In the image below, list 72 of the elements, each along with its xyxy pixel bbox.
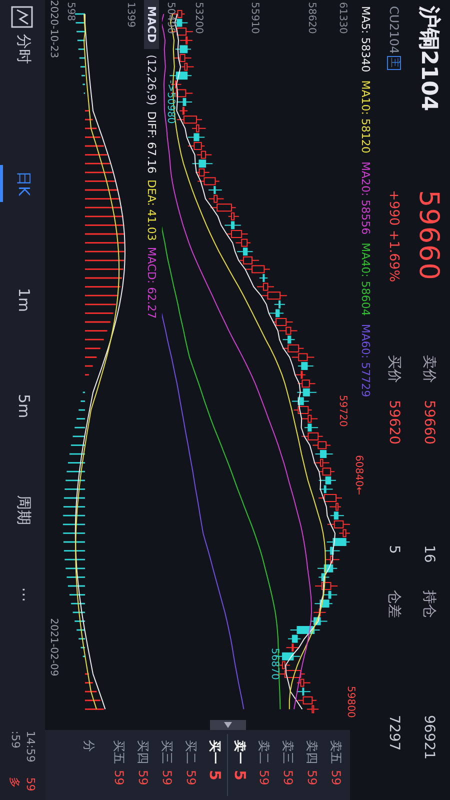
order-level-label: 买三 — [160, 740, 176, 764]
stat-value: 7297 — [386, 715, 402, 753]
period-tab[interactable]: 周期 — [0, 489, 45, 532]
indicator-value: DEA: 41.03 — [146, 179, 158, 241]
order-level-label: 卖五 — [328, 740, 344, 764]
last-price: 59660 — [414, 190, 444, 283]
quote-volume: 5 — [386, 545, 402, 556]
order-level-price: 5 — [206, 770, 224, 780]
price-change: +990 +1.69% — [386, 190, 402, 284]
stat-label: 仓差 — [385, 590, 403, 620]
trade-time: 14:59 — [24, 730, 38, 764]
price-axis-label: 55910 — [249, 2, 260, 34]
indicator-axis-label: 1399 — [125, 2, 136, 28]
main-contract-badge: 主 — [387, 56, 401, 70]
indicator-params: (12,26,9) — [146, 54, 158, 106]
price-axis-label: 61330 — [337, 2, 348, 34]
instrument-title: 沪铜2104 — [415, 6, 442, 114]
trade-value: 多 — [8, 777, 22, 790]
ticks-tab[interactable]: 分 — [80, 730, 107, 800]
order-level-price: 59 — [281, 770, 295, 786]
price-axis-label: 50490 — [165, 2, 176, 34]
price-marker-label: ->50980 — [165, 80, 176, 124]
date-label: 2020-10-23 — [47, 0, 59, 58]
date-label: 2021-02-09 — [47, 618, 59, 676]
order-level-price: 59 — [329, 770, 343, 786]
order-level-price: 59 — [184, 770, 198, 786]
moving-average-value: MA60: 57729 — [359, 324, 372, 398]
quote-price: 59660 — [421, 400, 437, 447]
price-marker-label: 56870 — [269, 648, 280, 680]
period-tab[interactable]: 日K — [0, 165, 45, 202]
order-level-price: 59 — [136, 770, 150, 786]
collapse-handle[interactable] — [210, 720, 246, 730]
quote-label: 买价 — [385, 355, 403, 385]
order-level-price: 59 — [112, 770, 126, 786]
order-level-label: 买四 — [136, 740, 152, 764]
order-level-price: 59 — [305, 770, 319, 786]
order-level-label: 卖三 — [280, 740, 296, 764]
period-tab[interactable]: 5m — [0, 388, 45, 424]
price-axis-label: 53200 — [193, 2, 204, 34]
quote-price: 59620 — [386, 400, 402, 447]
order-level-label: 买一 — [208, 740, 224, 764]
moving-average-value: MA5: 58340 — [359, 6, 372, 72]
period-tab[interactable]: 1m — [0, 282, 45, 318]
quote-label: 卖价 — [420, 355, 438, 385]
indicator-value: MACD: 62.27 — [146, 246, 158, 319]
moving-average-value: MA40: 58604 — [359, 242, 372, 316]
indicator-tab[interactable]: MACD — [144, 0, 160, 49]
period-tab[interactable]: ⋯ — [0, 581, 45, 608]
trade-value: 59 — [24, 777, 38, 794]
indicator-axis-label: 598 — [65, 2, 76, 22]
moving-average-value: MA20: 58556 — [359, 161, 372, 235]
order-level-label: 买五 — [112, 740, 128, 764]
indicator-value: DIFF: 67.16 — [146, 111, 158, 174]
period-tab[interactable]: 分时 — [0, 28, 45, 70]
order-level-label: 卖一 — [232, 740, 248, 764]
trade-time: :59 — [8, 730, 22, 750]
stat-value: 96921 — [421, 715, 437, 762]
price-marker-label: 59800 — [345, 686, 356, 718]
order-level-price: 59 — [160, 770, 174, 786]
quote-volume: 16 — [421, 545, 437, 565]
line-chart-icon[interactable] — [12, 6, 34, 28]
price-marker-label: 60840← — [353, 455, 364, 496]
order-level-price: 59 — [257, 770, 271, 786]
order-level-label: 买二 — [184, 740, 200, 764]
contract-code: CU2104 — [387, 6, 401, 54]
moving-average-value: MA10: 58120 — [359, 80, 372, 154]
price-marker-label: 59720 — [337, 395, 348, 427]
price-axis-label: 58620 — [306, 2, 317, 34]
stat-label: 持仓 — [420, 590, 438, 620]
order-level-price: 5 — [231, 770, 249, 780]
order-level-label: 卖四 — [304, 740, 320, 764]
order-level-label: 卖二 — [256, 740, 272, 764]
